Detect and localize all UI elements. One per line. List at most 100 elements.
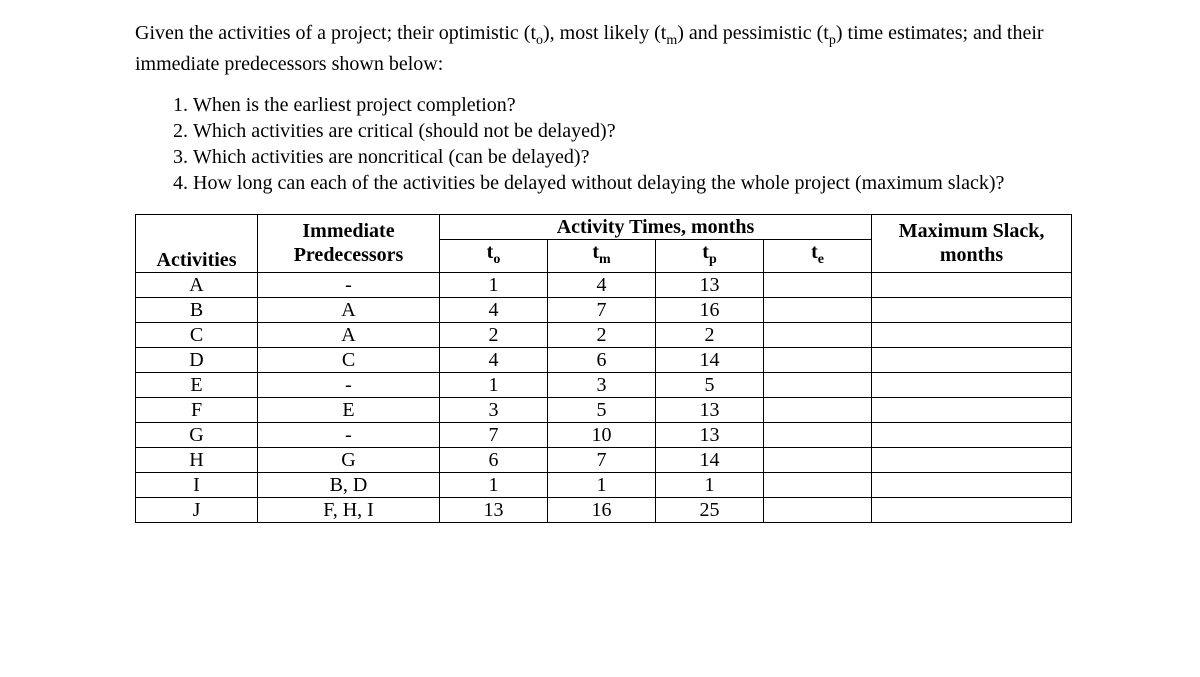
cell-slack bbox=[872, 372, 1072, 397]
cell-act: I bbox=[136, 472, 258, 497]
cell-te bbox=[764, 272, 872, 297]
table-row: E-135 bbox=[136, 372, 1072, 397]
cell-to: 1 bbox=[440, 272, 548, 297]
cell-act: A bbox=[136, 272, 258, 297]
cell-slack bbox=[872, 472, 1072, 497]
cell-pred: A bbox=[258, 297, 440, 322]
header-te: te bbox=[764, 239, 872, 272]
table-row: G-71013 bbox=[136, 422, 1072, 447]
cell-pred: - bbox=[258, 272, 440, 297]
cell-tp: 13 bbox=[656, 272, 764, 297]
table-row: HG6714 bbox=[136, 447, 1072, 472]
cell-tp: 5 bbox=[656, 372, 764, 397]
cell-tm: 3 bbox=[548, 372, 656, 397]
cell-te bbox=[764, 447, 872, 472]
header-tm: tm bbox=[548, 239, 656, 272]
header-activity-times: Activity Times, months bbox=[440, 214, 872, 239]
intro-sub-o: o bbox=[536, 33, 543, 48]
intro-paragraph: Given the activities of a project; their… bbox=[135, 20, 1070, 78]
header-slack-l2: months bbox=[876, 243, 1067, 267]
cell-tm: 16 bbox=[548, 497, 656, 522]
cell-te bbox=[764, 422, 872, 447]
cell-act: E bbox=[136, 372, 258, 397]
cell-to: 1 bbox=[440, 472, 548, 497]
cell-to: 1 bbox=[440, 372, 548, 397]
cell-pred: A bbox=[258, 322, 440, 347]
question-item: How long can each of the activities be d… bbox=[193, 170, 1070, 196]
table-row: JF, H, I131625 bbox=[136, 497, 1072, 522]
cell-slack bbox=[872, 497, 1072, 522]
cell-tm: 7 bbox=[548, 297, 656, 322]
cell-to: 3 bbox=[440, 397, 548, 422]
table-row: FE3513 bbox=[136, 397, 1072, 422]
cell-tp: 13 bbox=[656, 422, 764, 447]
cell-pred: - bbox=[258, 372, 440, 397]
header-predecessors: Immediate Predecessors bbox=[258, 214, 440, 272]
cell-tm: 5 bbox=[548, 397, 656, 422]
cell-slack bbox=[872, 322, 1072, 347]
table-row: IB, D111 bbox=[136, 472, 1072, 497]
intro-text-2: ), most likely (t bbox=[543, 22, 666, 44]
cell-act: H bbox=[136, 447, 258, 472]
cell-act: J bbox=[136, 497, 258, 522]
cell-tp: 1 bbox=[656, 472, 764, 497]
cell-to: 4 bbox=[440, 297, 548, 322]
cell-pred: G bbox=[258, 447, 440, 472]
cell-te bbox=[764, 497, 872, 522]
cell-te bbox=[764, 347, 872, 372]
header-to: to bbox=[440, 239, 548, 272]
cell-to: 7 bbox=[440, 422, 548, 447]
cell-pred: E bbox=[258, 397, 440, 422]
cell-act: C bbox=[136, 322, 258, 347]
cell-tm: 1 bbox=[548, 472, 656, 497]
cell-pred: - bbox=[258, 422, 440, 447]
intro-sub-m: m bbox=[666, 33, 677, 48]
table-row: DC4614 bbox=[136, 347, 1072, 372]
cell-to: 13 bbox=[440, 497, 548, 522]
cell-to: 2 bbox=[440, 322, 548, 347]
cell-tm: 7 bbox=[548, 447, 656, 472]
cell-slack bbox=[872, 422, 1072, 447]
cell-pred: B, D bbox=[258, 472, 440, 497]
header-predecessors-l1: Immediate bbox=[262, 219, 435, 243]
cell-te bbox=[764, 297, 872, 322]
cell-te bbox=[764, 472, 872, 497]
header-tp: tp bbox=[656, 239, 764, 272]
table-row: CA222 bbox=[136, 322, 1072, 347]
cell-to: 4 bbox=[440, 347, 548, 372]
table-row: BA4716 bbox=[136, 297, 1072, 322]
cell-to: 6 bbox=[440, 447, 548, 472]
table-row: A-1413 bbox=[136, 272, 1072, 297]
cell-tm: 4 bbox=[548, 272, 656, 297]
header-slack-l1: Maximum Slack, bbox=[876, 219, 1067, 243]
cell-slack bbox=[872, 297, 1072, 322]
cell-act: D bbox=[136, 347, 258, 372]
cell-slack bbox=[872, 447, 1072, 472]
cell-slack bbox=[872, 272, 1072, 297]
cell-tp: 2 bbox=[656, 322, 764, 347]
cell-slack bbox=[872, 397, 1072, 422]
cell-tp: 13 bbox=[656, 397, 764, 422]
question-item: Which activities are critical (should no… bbox=[193, 118, 1070, 144]
header-predecessors-l2: Predecessors bbox=[262, 243, 435, 267]
cell-tm: 2 bbox=[548, 322, 656, 347]
cell-act: G bbox=[136, 422, 258, 447]
cell-tp: 16 bbox=[656, 297, 764, 322]
cell-tp: 14 bbox=[656, 447, 764, 472]
header-activities: Activities bbox=[136, 214, 258, 272]
cell-tm: 6 bbox=[548, 347, 656, 372]
intro-sub-p: p bbox=[829, 33, 836, 48]
cell-te bbox=[764, 322, 872, 347]
activity-table: Activities Immediate Predecessors Activi… bbox=[135, 214, 1072, 523]
cell-tp: 14 bbox=[656, 347, 764, 372]
cell-te bbox=[764, 397, 872, 422]
cell-act: F bbox=[136, 397, 258, 422]
cell-pred: F, H, I bbox=[258, 497, 440, 522]
cell-tp: 25 bbox=[656, 497, 764, 522]
intro-text-1: Given the activities of a project; their… bbox=[135, 22, 536, 44]
header-slack: Maximum Slack, months bbox=[872, 214, 1072, 272]
cell-pred: C bbox=[258, 347, 440, 372]
intro-text-3: ) and pessimistic (t bbox=[677, 22, 829, 44]
cell-te bbox=[764, 372, 872, 397]
question-list: When is the earliest project completion?… bbox=[135, 92, 1070, 196]
